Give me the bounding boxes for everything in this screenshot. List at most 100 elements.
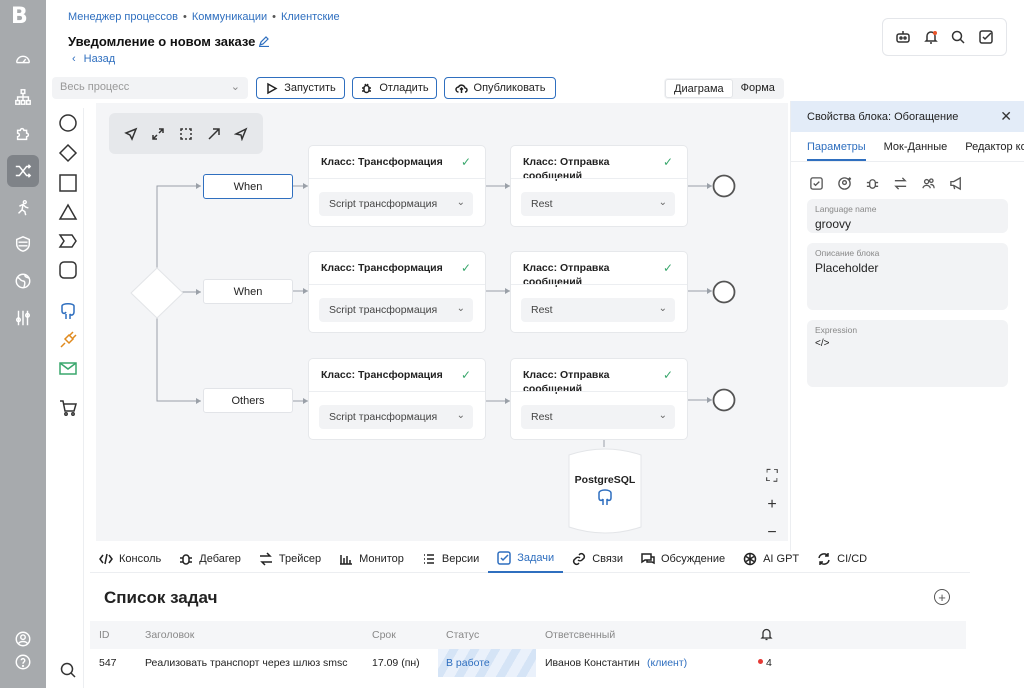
- cart-icon[interactable]: [57, 397, 79, 419]
- tab-discussion[interactable]: Обсуждение: [632, 545, 734, 573]
- transform-node[interactable]: Класс: Трансформация ✓ Script трансформа…: [309, 146, 485, 226]
- column-due[interactable]: Срок: [372, 629, 396, 641]
- send-node[interactable]: Класс: Отправка сообщений ✓ Rest ⌄: [511, 146, 687, 226]
- zoom-in-button[interactable]: +: [764, 491, 780, 519]
- expand-icon[interactable]: [151, 127, 165, 141]
- tab-links[interactable]: Связи: [563, 545, 632, 573]
- hierarchy-icon[interactable]: [7, 81, 39, 113]
- tab-debugger[interactable]: Дебагер: [170, 545, 250, 573]
- tab-console[interactable]: Консоль: [90, 545, 170, 573]
- end-event[interactable]: [712, 388, 736, 412]
- tab-parameters[interactable]: Параметры: [807, 141, 866, 161]
- gateway-diamond[interactable]: [130, 267, 184, 319]
- column-id[interactable]: ID: [99, 629, 110, 641]
- end-event[interactable]: [712, 280, 736, 304]
- sliders-icon[interactable]: [7, 302, 39, 334]
- transform-type-select[interactable]: Script трансформация ⌄: [319, 192, 473, 216]
- tab-ai-gpt[interactable]: AI GPT: [734, 545, 808, 573]
- select-icon[interactable]: [179, 127, 193, 141]
- send-type-select[interactable]: Rest ⌄: [521, 405, 675, 429]
- transform-node[interactable]: Класс: Трансформация ✓ Script трансформа…: [309, 252, 485, 332]
- transform-node[interactable]: Класс: Трансформация ✓ Script трансформа…: [309, 359, 485, 439]
- shield-icon[interactable]: [7, 228, 39, 260]
- column-owner[interactable]: Ответсвенный: [545, 629, 615, 641]
- postgres-icon[interactable]: [57, 299, 79, 321]
- search-icon[interactable]: [950, 29, 966, 45]
- send-type-select[interactable]: Rest ⌄: [521, 192, 675, 216]
- back-link[interactable]: ‹ Назад: [72, 53, 115, 65]
- bug-icon: [180, 553, 193, 565]
- diamond-shape-icon[interactable]: [57, 142, 79, 164]
- pencil-icon[interactable]: [258, 35, 270, 47]
- transform-type-select[interactable]: Script трансформация ⌄: [319, 298, 473, 322]
- megaphone-icon[interactable]: [949, 176, 964, 191]
- app-logo[interactable]: B: [11, 5, 35, 29]
- tab-tracer[interactable]: Трейсер: [250, 545, 330, 573]
- user-add-icon[interactable]: [837, 176, 852, 191]
- bug-icon[interactable]: [865, 176, 880, 191]
- plug-icon[interactable]: [57, 329, 79, 351]
- expression-field[interactable]: Expression </>: [807, 320, 1008, 387]
- globe-icon[interactable]: [7, 265, 39, 297]
- end-event[interactable]: [712, 174, 736, 198]
- tab-monitor[interactable]: Монитор: [330, 545, 413, 573]
- process-select[interactable]: Весь процесс ⌄: [52, 77, 248, 99]
- column-title[interactable]: Заголовок: [145, 629, 194, 641]
- tab-versions[interactable]: Версии: [413, 545, 488, 573]
- circle-shape-icon[interactable]: [57, 112, 79, 134]
- breadcrumb-item[interactable]: Менеджер процессов: [68, 11, 178, 23]
- tab-mock-data[interactable]: Мок-Данные: [884, 141, 948, 153]
- runner-icon[interactable]: [7, 192, 39, 224]
- triangle-shape-icon[interactable]: [57, 201, 79, 223]
- condition-others[interactable]: Others: [203, 388, 293, 413]
- check-square-icon[interactable]: [809, 176, 824, 191]
- send-node[interactable]: Класс: Отправка сообщений ✓ Rest ⌄: [511, 252, 687, 332]
- description-field[interactable]: Описание блока Placeholder: [807, 243, 1008, 310]
- refresh-icon: [818, 552, 830, 565]
- condition-when[interactable]: When: [203, 174, 293, 199]
- users-icon[interactable]: [921, 176, 936, 191]
- dashboard-icon[interactable]: [7, 43, 39, 75]
- tab-ci-cd[interactable]: CI/CD: [808, 545, 876, 573]
- database-node[interactable]: PostgreSQL: [568, 447, 642, 535]
- cursor-icon[interactable]: [123, 127, 138, 141]
- global-sidebar: B: [0, 0, 46, 688]
- swap-icon[interactable]: [893, 176, 908, 191]
- tag-shape-icon[interactable]: [57, 230, 79, 252]
- send-node[interactable]: Класс: Отправка сообщений ✓ Rest ⌄: [511, 359, 687, 439]
- table-row[interactable]: 547 Реализовать транспорт через шлюз sms…: [90, 649, 966, 677]
- breadcrumb-item[interactable]: Клиентские: [281, 11, 340, 23]
- send-icon[interactable]: [234, 126, 248, 141]
- debug-button[interactable]: Отладить: [352, 77, 437, 99]
- transform-type-select[interactable]: Script трансформация ⌄: [319, 405, 473, 429]
- imap-icon[interactable]: [57, 358, 79, 380]
- puzzle-icon[interactable]: [7, 118, 39, 150]
- send-type-select[interactable]: Rest ⌄: [521, 298, 675, 322]
- close-icon[interactable]: ✕: [1000, 108, 1012, 125]
- add-task-button[interactable]: +: [934, 589, 950, 605]
- checkbox-icon[interactable]: [978, 29, 994, 45]
- link-icon: [573, 552, 586, 565]
- diagram-canvas[interactable]: When When Others Класс: Трансформация ✓ …: [96, 103, 788, 541]
- owner-role[interactable]: (клиент): [647, 657, 687, 669]
- language-name-field[interactable]: Language name groovy: [807, 199, 1008, 233]
- search-icon[interactable]: [57, 659, 79, 681]
- robot-icon[interactable]: [895, 29, 911, 45]
- tab-form[interactable]: Форма: [733, 79, 783, 98]
- help-icon[interactable]: [7, 646, 39, 678]
- fit-screen-icon[interactable]: ⛶: [764, 463, 780, 491]
- shuffle-icon[interactable]: [7, 155, 39, 187]
- tab-code-editor[interactable]: Редактор кода: [965, 141, 1024, 153]
- column-status[interactable]: Статус: [446, 629, 479, 641]
- tab-diagram[interactable]: Диаграма: [665, 79, 733, 98]
- condition-when[interactable]: When: [203, 279, 293, 304]
- zoom-out-button[interactable]: −: [764, 519, 780, 547]
- square-shape-icon[interactable]: [57, 172, 79, 194]
- bell-icon[interactable]: [923, 29, 939, 45]
- breadcrumb-item[interactable]: Коммуникации: [192, 11, 267, 23]
- run-button[interactable]: Запустить: [256, 77, 345, 99]
- publish-button[interactable]: Опубликовать: [444, 77, 556, 99]
- arrow-icon[interactable]: [207, 127, 221, 141]
- tab-tasks[interactable]: Задачи: [488, 545, 564, 573]
- rounded-square-icon[interactable]: [57, 259, 79, 281]
